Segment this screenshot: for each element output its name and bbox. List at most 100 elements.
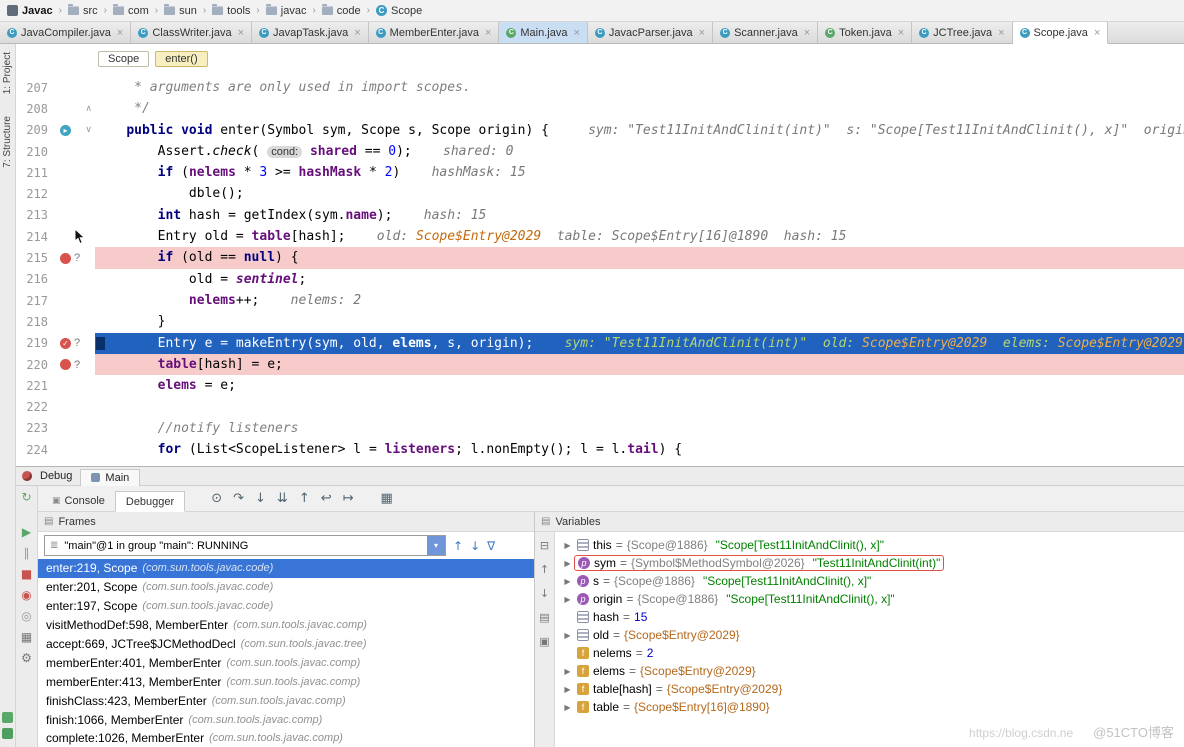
thread-selector[interactable]: ≣ "main"@1 in group "main": RUNNING ▾	[44, 535, 446, 556]
line-number[interactable]: 222	[16, 400, 52, 414]
code-line-content[interactable]: table[hash] = e;	[95, 354, 1184, 375]
tool-window-button-icon[interactable]	[2, 712, 13, 723]
code-line-content[interactable]: if (old == null) {	[95, 247, 1184, 268]
tab-console[interactable]: ▣Console	[42, 490, 115, 511]
line-number[interactable]: 216	[16, 272, 52, 286]
stack-frame-row[interactable]: enter:201, Scope(com.sun.tools.javac.cod…	[38, 578, 534, 597]
breadcrumb-item[interactable]: Javac	[5, 5, 55, 17]
variable-row[interactable]: ▶this = {Scope@1886} "Scope[Test11InitAn…	[555, 536, 1184, 554]
expand-arrow-icon[interactable]: ▶	[561, 703, 574, 712]
editor-tab[interactable]: CMain.java×	[499, 22, 588, 43]
rerun-icon[interactable]: ↻	[21, 491, 31, 503]
line-number[interactable]: 220	[16, 358, 52, 372]
variable-row[interactable]: ▶ftable = {Scope$Entry[16]@1890}	[555, 698, 1184, 716]
line-number[interactable]: 213	[16, 208, 52, 222]
code-line-content[interactable]: public void enter(Symbol sym, Scope s, S…	[95, 120, 1184, 141]
variable-row[interactable]: ▶felems = {Scope$Entry@2029}	[555, 662, 1184, 680]
breakpoint-check-icon[interactable]: ✓	[60, 338, 71, 349]
close-tab-icon[interactable]: ×	[1094, 28, 1100, 38]
code-line-content[interactable]	[95, 396, 1184, 417]
close-tab-icon[interactable]: ×	[238, 28, 244, 38]
editor-tab[interactable]: CToken.java×	[818, 22, 912, 43]
expand-arrow-icon[interactable]: ▶	[561, 559, 574, 568]
close-tab-icon[interactable]: ×	[573, 28, 579, 38]
breadcrumb-item[interactable]: javac	[264, 5, 309, 17]
breadcrumb-item[interactable]: tools	[210, 5, 252, 17]
breadcrumb-item[interactable]: sun	[162, 5, 199, 17]
editor-tab[interactable]: CScope.java×	[1013, 22, 1109, 44]
debug-session-tab[interactable]: Main	[80, 469, 140, 486]
filter-frames-icon[interactable]: ∇	[487, 539, 495, 553]
code-line-content[interactable]: //notify listeners	[95, 418, 1184, 439]
expand-arrow-icon[interactable]: ▶	[561, 631, 574, 640]
view-breakpoints-icon[interactable]: ◉	[21, 589, 31, 601]
tool-window-button-icon[interactable]	[2, 728, 13, 739]
code-line-content[interactable]: dble();	[95, 183, 1184, 204]
expand-arrow-icon[interactable]: ▶	[561, 595, 574, 604]
stack-frame-row[interactable]: finish:1066, MemberEnter(com.sun.tools.j…	[38, 710, 534, 729]
close-tab-icon[interactable]: ×	[117, 28, 123, 38]
code-line-content[interactable]: for (List<ScopeListener> l = listeners; …	[95, 439, 1184, 460]
stop-icon[interactable]: ■	[21, 568, 32, 580]
editor-tab[interactable]: CClassWriter.java×	[131, 22, 252, 43]
code-line-content[interactable]: Entry old = table[hash]; old: Scope$Entr…	[95, 226, 1184, 247]
line-number[interactable]: 223	[16, 421, 52, 435]
expand-arrow-icon[interactable]: ▶	[561, 577, 574, 586]
line-number[interactable]: 207	[16, 81, 52, 95]
variable-row[interactable]: ▶porigin = {Scope@1886} "Scope[Test11Ini…	[555, 590, 1184, 608]
run-to-cursor-icon[interactable]: ↦	[343, 491, 354, 506]
stack-frame-row[interactable]: enter:219, Scope(com.sun.tools.javac.cod…	[38, 559, 534, 578]
line-number[interactable]: 219	[16, 336, 52, 350]
close-tab-icon[interactable]: ×	[485, 28, 491, 38]
pause-icon[interactable]: ∥	[24, 547, 30, 559]
paste-icon[interactable]: ▤	[539, 611, 549, 624]
mute-breakpoints-icon[interactable]: ◎	[21, 610, 31, 622]
breakpoint-icon[interactable]	[60, 359, 71, 370]
collapse-all-icon[interactable]: ⊟	[540, 539, 549, 552]
variable-row[interactable]: ▶old = {Scope$Entry@2029}	[555, 626, 1184, 644]
stack-frame-row[interactable]: memberEnter:413, MemberEnter(com.sun.too…	[38, 672, 534, 691]
variable-row[interactable]: ▶hash = 15	[555, 608, 1184, 626]
line-number[interactable]: 221	[16, 379, 52, 393]
frame-up-icon[interactable]: ↑	[453, 539, 463, 553]
stack-frame-row[interactable]: accept:669, JCTree$JCMethodDecl(com.sun.…	[38, 635, 534, 654]
stack-frame-row[interactable]: visitMethodDef:598, MemberEnter(com.sun.…	[38, 616, 534, 635]
stack-frame-row[interactable]: memberEnter:401, MemberEnter(com.sun.too…	[38, 653, 534, 672]
force-step-into-icon[interactable]: ⇊	[277, 491, 288, 506]
stack-frame-row[interactable]: enter:197, Scope(com.sun.tools.javac.cod…	[38, 597, 534, 616]
move-watch-up-icon[interactable]: ↑	[540, 563, 549, 576]
code-line-content[interactable]: }	[95, 311, 1184, 332]
editor-tab[interactable]: CJavaCompiler.java×	[0, 22, 131, 43]
close-tab-icon[interactable]: ×	[804, 28, 810, 38]
editor-breadcrumb-chip[interactable]: Scope	[98, 51, 149, 67]
line-number[interactable]: 217	[16, 294, 52, 308]
breakpoint-icon[interactable]	[60, 253, 71, 264]
frame-down-icon[interactable]: ↓	[470, 539, 480, 553]
close-tab-icon[interactable]: ×	[898, 28, 904, 38]
code-line-content[interactable]: Assert.check( cond: shared == 0); shared…	[95, 141, 1184, 162]
line-number[interactable]: 209	[16, 123, 52, 137]
line-number[interactable]: 211	[16, 166, 52, 180]
code-line-content[interactable]: old = sentinel;	[95, 269, 1184, 290]
resume-icon[interactable]: ▶	[22, 526, 31, 538]
project-tool-button[interactable]: 1: Project	[2, 52, 13, 94]
code-line-content[interactable]: Entry e = makeEntry(sym, old, elems, s, …	[95, 333, 1184, 354]
code-line-content[interactable]: * arguments are only used in import scop…	[95, 77, 1184, 98]
step-out-icon[interactable]: ↑	[299, 491, 310, 506]
breadcrumb-item[interactable]: code	[320, 5, 363, 17]
fold-down-icon[interactable]: ∨	[85, 125, 92, 135]
code-area[interactable]: 207 * arguments are only used in import …	[16, 74, 1184, 466]
evaluate-expression-icon[interactable]: ▦	[381, 491, 393, 506]
move-watch-down-icon[interactable]: ↓	[540, 587, 549, 600]
breadcrumb-item[interactable]: com	[111, 5, 151, 17]
line-number[interactable]: 215	[16, 251, 52, 265]
editor-breadcrumb-chip[interactable]: enter()	[155, 51, 207, 67]
line-number[interactable]: 214	[16, 230, 52, 244]
line-number[interactable]: 210	[16, 145, 52, 159]
expand-arrow-icon[interactable]: ▶	[561, 667, 574, 676]
code-line-content[interactable]: */	[95, 98, 1184, 119]
structure-tool-button[interactable]: 7: Structure	[2, 116, 13, 168]
chevron-down-icon[interactable]: ▾	[427, 536, 445, 555]
close-tab-icon[interactable]: ×	[998, 28, 1004, 38]
code-line-content[interactable]: elems = e;	[95, 375, 1184, 396]
